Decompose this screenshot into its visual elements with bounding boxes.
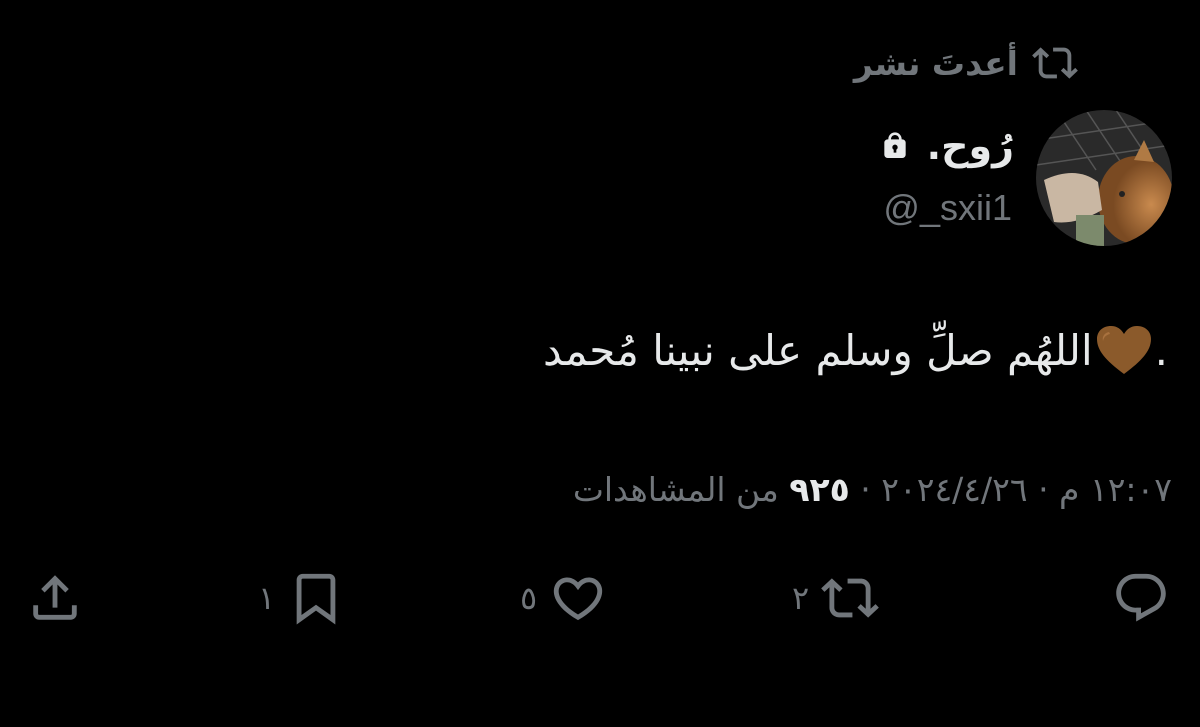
brown-heart-emoji-icon [1095,324,1153,376]
views-label: من المشاهدات [572,470,790,509]
tweet-detail: أعدتَ نشر رُوح. @_sxii1 اللهُم صلِّ وسلم… [0,0,1200,727]
bookmark-button[interactable]: ١ [258,566,345,630]
repost-count: ٢ [792,579,810,617]
repost-label: أعدتَ نشر [853,43,1018,83]
bookmark-count: ١ [258,579,276,617]
like-button[interactable]: ٥ [520,566,607,630]
heart-icon [549,569,607,627]
repost-icon [821,569,880,627]
lock-icon [879,129,911,163]
tweet-body: اللهُم صلِّ وسلم على نبينا مُحمد [542,325,1093,375]
repost-button[interactable]: ٢ [792,566,880,630]
author-display-name[interactable]: رُوح. [927,124,1014,168]
author-handle[interactable]: @_sxii1 [883,187,1012,229]
tweet-tail: . [1154,325,1168,375]
like-count: ٥ [520,579,538,617]
author-name-row[interactable]: رُوح. [879,124,1014,168]
repost-header[interactable]: أعدتَ نشر [854,38,1078,88]
tweet-meta: ١٢:٠٧ م · ٢٠٢٤/٤/٢٦ · ٩٢٥ من المشاهدات [573,470,1172,509]
bookmark-icon [287,569,345,627]
avatar[interactable] [1036,110,1172,246]
timestamp[interactable]: ١٢:٠٧ م · ٢٠٢٤/٤/٢٦ · [850,470,1172,509]
share-button[interactable] [26,566,84,630]
reply-button[interactable] [1112,566,1170,630]
views-count: ٩٢٥ [789,470,850,509]
tweet-text: اللهُم صلِّ وسلم على نبينا مُحمد . [543,324,1172,376]
reply-icon [1112,569,1170,627]
share-icon [26,569,84,627]
repost-icon [1032,40,1078,86]
